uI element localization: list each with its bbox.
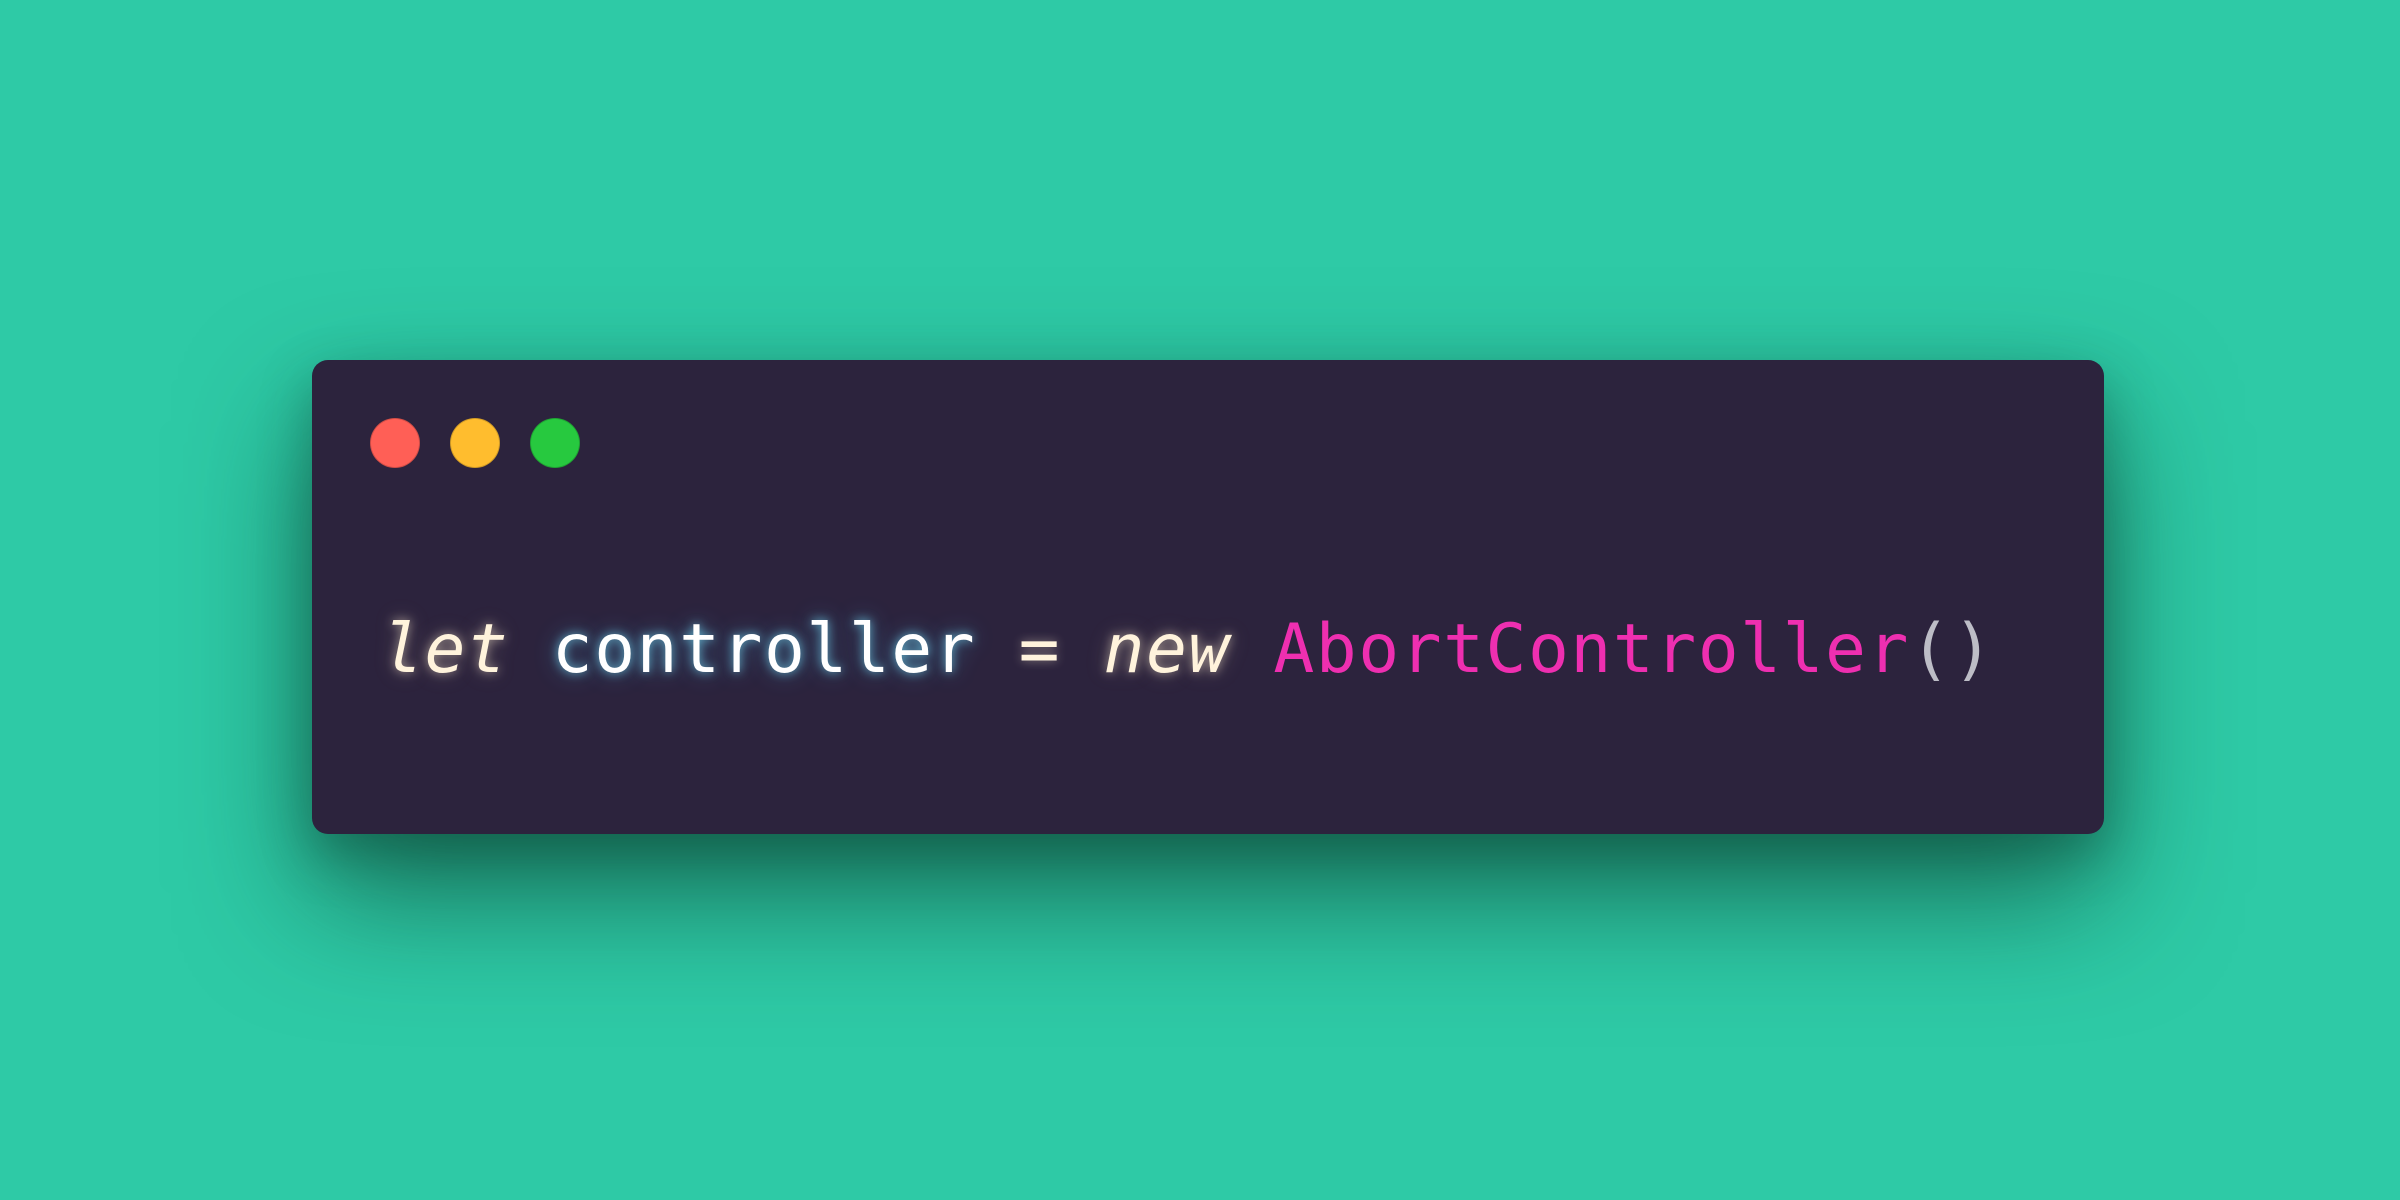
operator-equals: =	[1018, 610, 1062, 689]
keyword-let: let	[382, 610, 510, 689]
close-dot-icon[interactable]	[370, 418, 420, 468]
window-controls	[370, 418, 580, 468]
code-line: let controller = new AbortController()	[382, 605, 1995, 695]
paren-open: (	[1909, 610, 1953, 689]
code-window: let controller = new AbortController()	[312, 360, 2104, 834]
maximize-dot-icon[interactable]	[530, 418, 580, 468]
class-name: AbortController	[1273, 610, 1910, 689]
keyword-new: new	[1103, 610, 1231, 689]
minimize-dot-icon[interactable]	[450, 418, 500, 468]
paren-close: )	[1952, 610, 1995, 689]
identifier-controller: controller	[551, 610, 977, 689]
